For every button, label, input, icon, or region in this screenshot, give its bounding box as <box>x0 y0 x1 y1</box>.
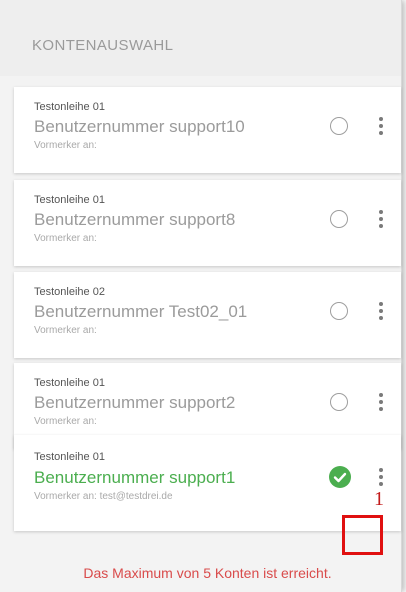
library-name: Testonleihe 02 <box>34 286 105 298</box>
account-card[interactable]: Testonleihe 02 Benutzernummer Test02_01 … <box>14 272 401 358</box>
annotation-number: 1 <box>374 488 384 510</box>
radio-circle-icon[interactable] <box>330 302 348 320</box>
user-number: Benutzernummer support1 <box>34 468 236 487</box>
radio-circle-icon[interactable] <box>330 210 348 228</box>
more-vert-icon[interactable] <box>376 302 386 322</box>
vormerker-email: Vormerker an: <box>34 233 97 244</box>
library-name: Testonleihe 01 <box>34 377 105 389</box>
user-number: Benutzernummer support8 <box>34 210 236 229</box>
radio-circle-icon[interactable] <box>330 393 348 411</box>
check-circle-icon[interactable] <box>329 466 351 488</box>
account-card[interactable]: Testonleihe 01 Benutzernummer support8 V… <box>14 180 401 266</box>
panel-header: KONTENAUSWAHL <box>0 0 401 76</box>
annotation-highlight-box <box>342 515 383 555</box>
more-vert-icon[interactable] <box>376 117 386 137</box>
more-vert-icon[interactable] <box>376 393 386 413</box>
library-name: Testonleihe 01 <box>34 101 105 113</box>
user-number: Benutzernummer Test02_01 <box>34 302 248 321</box>
vormerker-email: Vormerker an: <box>34 140 97 151</box>
radio-circle-icon[interactable] <box>330 117 348 135</box>
vormerker-email: Vormerker an: test@testdrei.de <box>34 491 173 502</box>
user-number: Benutzernummer support10 <box>34 117 245 136</box>
library-name: Testonleihe 01 <box>34 194 105 206</box>
library-name: Testonleihe 01 <box>34 451 105 463</box>
page-title: KONTENAUSWAHL <box>32 37 174 54</box>
more-vert-icon[interactable] <box>376 210 386 230</box>
max-accounts-message: Das Maximum von 5 Konten ist erreicht. <box>83 565 332 581</box>
user-number: Benutzernummer support2 <box>34 393 236 412</box>
vormerker-email: Vormerker an: <box>34 325 97 336</box>
vormerker-email: Vormerker an: <box>34 416 97 427</box>
account-selection-panel: KONTENAUSWAHL Testonleihe 01 Benutzernum… <box>0 0 402 592</box>
account-card[interactable]: Testonleihe 01 Benutzernummer support10 … <box>14 87 401 173</box>
more-vert-icon[interactable] <box>376 468 386 488</box>
